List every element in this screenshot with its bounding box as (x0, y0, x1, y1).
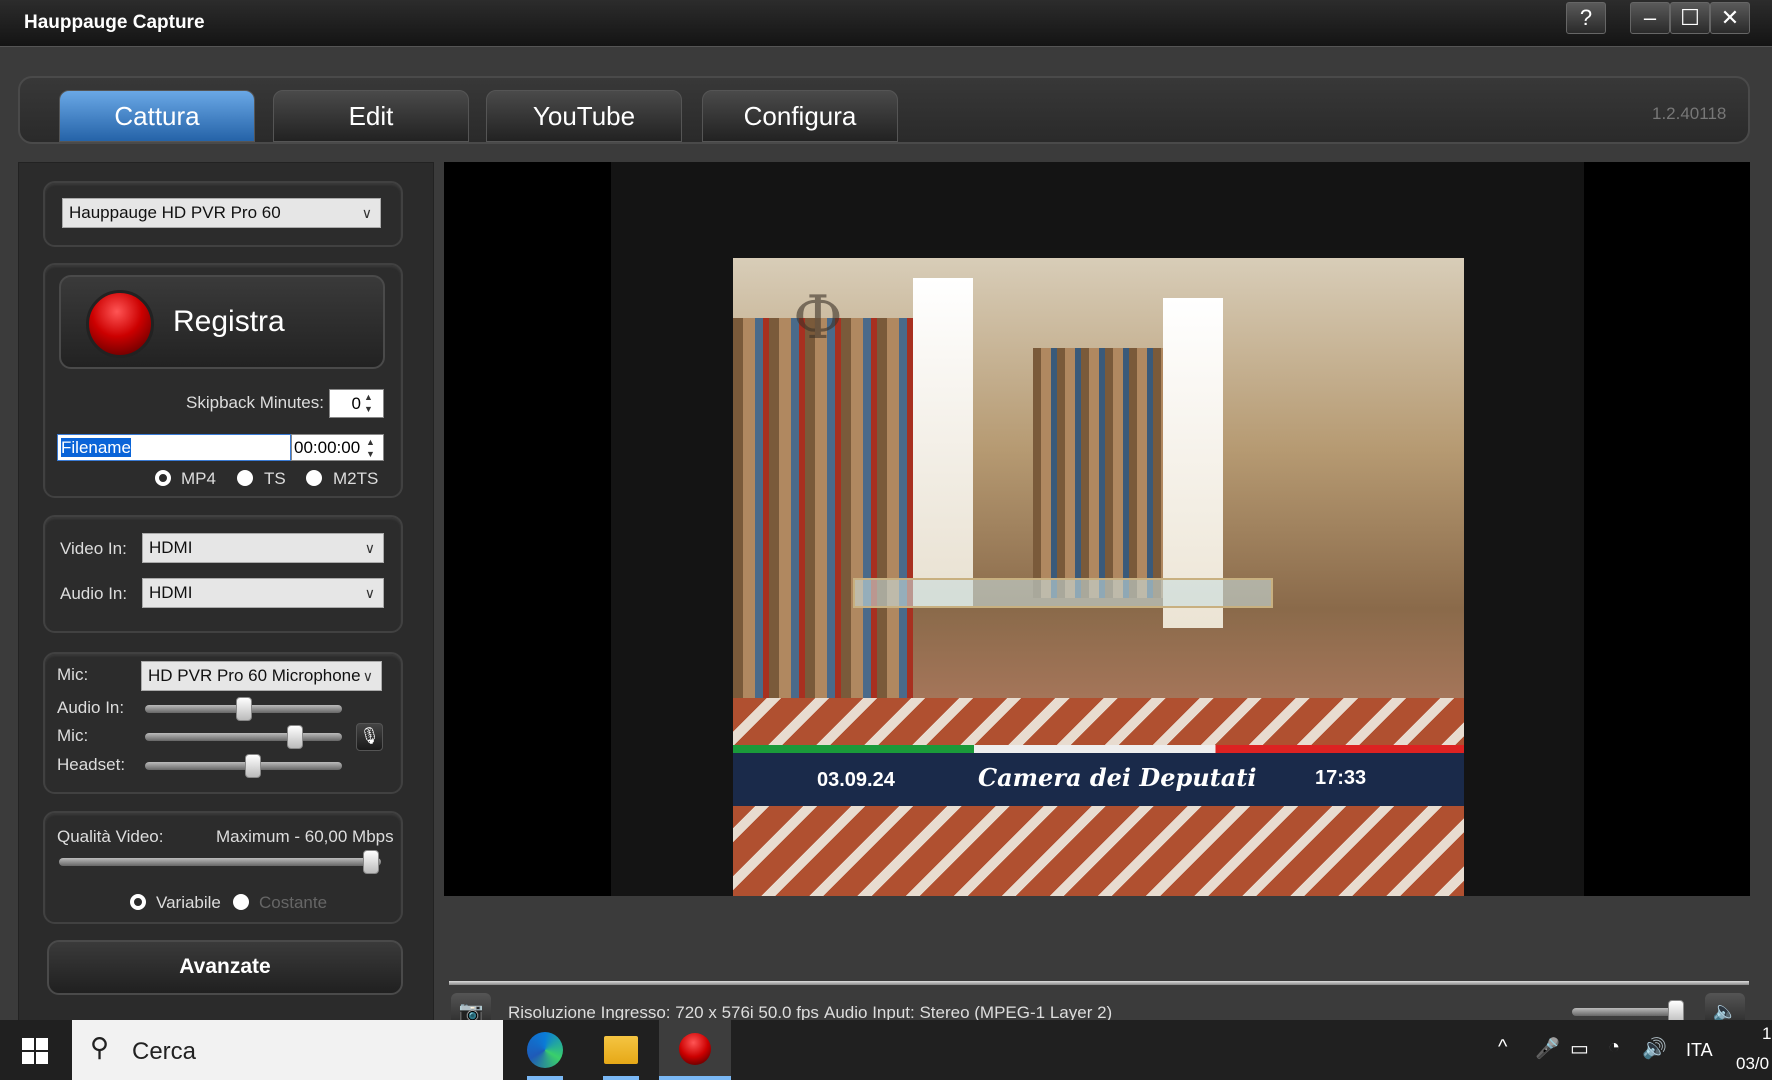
audio-in-value: HDMI (149, 583, 193, 602)
record-icon (86, 290, 154, 358)
constant-radio[interactable] (233, 894, 249, 910)
hauppauge-taskbar-button[interactable] (659, 1020, 731, 1080)
constant-label: Costante (259, 893, 328, 912)
device-select[interactable]: Hauppauge HD PVR Pro 60 ∨ (62, 198, 381, 228)
slider-label: Mic: (57, 726, 89, 745)
taskbar: ⚲ Cerca ^ 🎤 ▭ ◔ 🔊 ITA 1 03/0 (0, 1020, 1772, 1080)
slider-label: Audio In: (57, 698, 125, 717)
advanced-button[interactable]: Avanzate (47, 940, 403, 995)
quality-label: Qualità Video: (57, 827, 164, 846)
overlay-bar: 03.09.24 Camera dei Deputati 17:33 (733, 753, 1464, 806)
overlay-channel: Camera dei Deputati (978, 763, 1257, 792)
audio-in-select[interactable]: HDMI ∨ (142, 578, 384, 608)
skipback-spinner[interactable]: 0 (329, 389, 384, 418)
audio-slider[interactable] (145, 733, 342, 741)
quality-value: Maximum - 60,00 Mbps (216, 827, 394, 846)
overlay-time: 17:33 (1315, 767, 1367, 789)
tab-youtube[interactable]: YouTube (486, 90, 682, 142)
mic-label: Mic: (57, 665, 89, 684)
format-ts-radio[interactable] (237, 470, 253, 486)
volume-tray-icon[interactable]: 🔊 (1642, 1036, 1667, 1061)
mic-select[interactable]: HD PVR Pro 60 Microphone ∨ (141, 661, 382, 691)
bookshelf (1033, 348, 1173, 598)
volume-slider[interactable] (1572, 1008, 1680, 1016)
record-label: Registra (173, 305, 285, 338)
variable-label: Variabile (156, 893, 221, 912)
quality-slider[interactable] (59, 858, 381, 866)
close-button[interactable]: ✕ (1710, 2, 1750, 34)
file-explorer-icon[interactable] (604, 1036, 638, 1064)
search-placeholder: Cerca (132, 1038, 197, 1065)
format-mp4-radio[interactable] (155, 470, 171, 486)
chevron-down-icon: ∨ (362, 668, 373, 684)
search-box[interactable]: ⚲ Cerca (72, 1020, 503, 1080)
filename-value: Filename (61, 438, 131, 457)
spinner-arrows-icon[interactable]: ▲ ▼ (366, 436, 375, 460)
timeline-bar[interactable] (449, 981, 1749, 985)
mic-value: HD PVR Pro 60 Microphone (148, 666, 361, 685)
table (853, 578, 1273, 608)
window-title: Hauppauge Capture (24, 12, 205, 33)
filename-input[interactable]: Filename (57, 434, 291, 461)
format-m2ts-label: M2TS (333, 469, 379, 488)
tab-cattura[interactable]: Cattura (59, 90, 255, 142)
overlay-date: 03.09.24 (817, 769, 895, 791)
tricolore-stripe (733, 745, 1464, 753)
tab-edit[interactable]: Edit (273, 90, 469, 142)
edge-icon[interactable] (527, 1032, 563, 1068)
active-indicator (527, 1076, 563, 1080)
variable-radio[interactable] (130, 894, 146, 910)
audio-slider-thumb[interactable] (245, 754, 262, 778)
tab-configura[interactable]: Configura (702, 90, 898, 142)
windows-start-icon[interactable] (22, 1038, 48, 1064)
skipback-label: Skipback Minutes: (186, 393, 324, 412)
video-in-select[interactable]: HDMI ∨ (142, 533, 384, 563)
bookshelf (733, 318, 913, 698)
video-preview: Ф 03.09.24 Camera dei Deputati 17:33 (444, 162, 1750, 896)
language-indicator[interactable]: ITA (1686, 1040, 1713, 1061)
format-m2ts-radio[interactable] (306, 470, 322, 486)
record-app-icon (679, 1033, 711, 1065)
chevron-down-icon: ∨ (364, 540, 375, 556)
audio-in-label: Audio In: (60, 584, 128, 603)
audio-slider-thumb[interactable] (235, 697, 252, 721)
channel-logo: Ф (793, 283, 843, 353)
battery-icon[interactable]: ▭ (1570, 1036, 1589, 1061)
record-button[interactable]: Registra (59, 275, 385, 369)
active-indicator (603, 1076, 639, 1080)
device-value: Hauppauge HD PVR Pro 60 (69, 203, 281, 222)
help-button[interactable]: ? (1566, 2, 1606, 34)
spinner-arrows-icon[interactable]: ▲ ▼ (364, 391, 373, 415)
clock-date[interactable]: 03/0 (1736, 1054, 1769, 1074)
microphone-tray-icon[interactable]: 🎤 (1535, 1036, 1560, 1061)
chevron-down-icon: ∨ (361, 205, 372, 221)
audio-slider[interactable] (145, 762, 342, 770)
quality-slider-thumb[interactable] (363, 850, 379, 874)
audio-slider-thumb[interactable] (286, 725, 303, 749)
search-icon: ⚲ (90, 1032, 110, 1062)
maximize-button[interactable]: ☐ (1670, 2, 1710, 34)
active-indicator (659, 1076, 731, 1080)
wifi-icon[interactable]: ◔ (1608, 1036, 1620, 1059)
title-bar: Hauppauge Capture ? – ☐ ✕ (0, 0, 1772, 47)
video-in-label: Video In: (60, 539, 127, 558)
chevron-up-icon[interactable]: ^ (1498, 1036, 1507, 1059)
window-light (913, 278, 973, 608)
slider-label: Headset: (57, 755, 126, 774)
format-mp4-label: MP4 (181, 469, 216, 488)
clock-time[interactable]: 1 (1762, 1024, 1771, 1044)
format-ts-label: TS (264, 469, 286, 488)
video-in-value: HDMI (149, 538, 193, 557)
minimize-button[interactable]: – (1630, 2, 1670, 34)
microphone-icon[interactable]: 🎙 (356, 723, 383, 751)
version-label: 1.2.40118 (1652, 104, 1727, 123)
chevron-down-icon: ∨ (364, 585, 375, 601)
